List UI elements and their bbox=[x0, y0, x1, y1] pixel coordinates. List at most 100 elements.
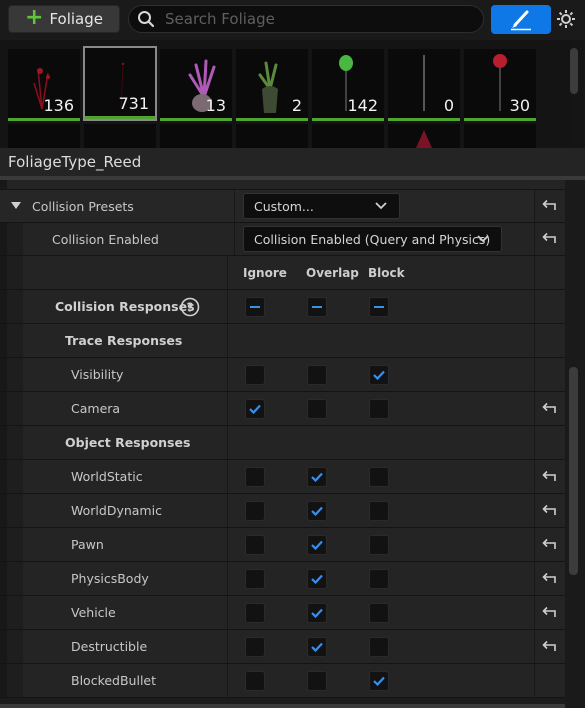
ignore-checkbox[interactable] bbox=[245, 670, 265, 691]
overlap-checkbox[interactable] bbox=[307, 670, 327, 691]
foliage-thumbnail[interactable] bbox=[312, 124, 384, 148]
foliage-thumbnail[interactable] bbox=[8, 124, 80, 148]
reset-to-default-icon[interactable] bbox=[541, 232, 557, 246]
foliage-thumbnail[interactable] bbox=[464, 124, 536, 148]
checkmark-icon bbox=[311, 506, 323, 516]
collision-enabled-row: Collision Enabled Collision Enabled (Que… bbox=[0, 223, 565, 256]
foliage-thumbnail[interactable]: 142 bbox=[312, 49, 384, 121]
block-checkbox[interactable] bbox=[369, 636, 389, 657]
block-all-checkbox[interactable] bbox=[369, 296, 389, 317]
overlap-checkbox[interactable] bbox=[307, 602, 327, 623]
response-row: WorldStatic bbox=[0, 460, 565, 494]
collision-responses-row: Collision Responses ? bbox=[0, 290, 565, 324]
reset-to-default-icon[interactable] bbox=[541, 538, 557, 552]
palette-scrollbar[interactable] bbox=[570, 48, 578, 94]
checkmark-icon bbox=[311, 608, 323, 618]
ignore-checkbox[interactable] bbox=[245, 568, 265, 589]
paint-mode-button[interactable] bbox=[491, 5, 551, 34]
chevron-down-icon bbox=[477, 235, 489, 243]
foliage-thumbnail[interactable]: 2 bbox=[236, 49, 308, 121]
overlap-checkbox[interactable] bbox=[307, 364, 327, 385]
reset-to-default-icon[interactable] bbox=[541, 402, 557, 416]
block-checkbox[interactable] bbox=[369, 500, 389, 521]
ignore-checkbox[interactable] bbox=[245, 398, 265, 419]
plus-icon: + bbox=[25, 5, 44, 30]
ignore-all-checkbox[interactable] bbox=[245, 296, 265, 317]
object-responses-label: Object Responses bbox=[65, 435, 191, 450]
foliage-thumbnail[interactable]: 136 bbox=[8, 49, 80, 121]
active-bar bbox=[312, 118, 384, 121]
ignore-checkbox[interactable] bbox=[245, 466, 265, 487]
foliage-thumbnail-selected[interactable]: 731 bbox=[83, 46, 157, 121]
reset-to-default-icon[interactable] bbox=[541, 640, 557, 654]
ignore-checkbox[interactable] bbox=[245, 534, 265, 555]
response-row: Destructible bbox=[0, 630, 565, 664]
block-checkbox[interactable] bbox=[369, 568, 389, 589]
block-checkbox[interactable] bbox=[369, 466, 389, 487]
collapse-arrow-icon[interactable] bbox=[11, 202, 21, 210]
response-row: Vehicle bbox=[0, 596, 565, 630]
collision-enabled-dropdown[interactable]: Collision Enabled (Query and Physics) bbox=[243, 226, 502, 252]
instance-count: 2 bbox=[291, 96, 302, 115]
response-channel-label: Destructible bbox=[71, 639, 148, 654]
block-checkbox[interactable] bbox=[369, 364, 389, 385]
ignore-checkbox[interactable] bbox=[245, 364, 265, 385]
foliage-toolbar: + Foliage bbox=[0, 0, 585, 40]
dash-icon bbox=[312, 305, 322, 308]
response-row: Camera bbox=[0, 392, 565, 426]
instance-count: 30 bbox=[509, 96, 530, 115]
instance-count: 142 bbox=[347, 96, 378, 115]
collision-responses-label: Collision Responses bbox=[55, 299, 195, 314]
overlap-checkbox[interactable] bbox=[307, 534, 327, 555]
reset-to-default-icon[interactable] bbox=[541, 199, 557, 213]
instance-count: 0 bbox=[443, 96, 454, 115]
overlap-checkbox[interactable] bbox=[307, 500, 327, 521]
search-box[interactable] bbox=[128, 5, 484, 33]
checkmark-icon bbox=[311, 540, 323, 550]
trace-responses-header-row: Trace Responses bbox=[0, 324, 565, 358]
checkmark-icon bbox=[249, 404, 261, 414]
foliage-thumbnail[interactable]: 13 bbox=[160, 49, 232, 121]
overlap-checkbox[interactable] bbox=[307, 636, 327, 657]
foliage-thumbnail[interactable] bbox=[236, 124, 308, 148]
bottom-divider bbox=[0, 704, 565, 708]
foliage-thumbnail[interactable] bbox=[160, 124, 232, 148]
reset-to-default-icon[interactable] bbox=[541, 606, 557, 620]
foliage-thumbnail[interactable] bbox=[84, 124, 156, 148]
response-channel-label: Pawn bbox=[71, 537, 104, 552]
settings-gear-icon[interactable] bbox=[556, 9, 576, 29]
collision-property-grid: Collision Presets Custom... Collision En… bbox=[0, 180, 565, 708]
reset-to-default-icon[interactable] bbox=[541, 504, 557, 518]
foliage-thumbnail[interactable]: 0 bbox=[388, 49, 460, 121]
instance-count: 13 bbox=[205, 96, 226, 115]
details-scrollbar[interactable] bbox=[569, 367, 578, 575]
block-checkbox[interactable] bbox=[369, 398, 389, 419]
collision-presets-row: Collision Presets Custom... bbox=[0, 190, 565, 223]
foliage-thumbnail[interactable] bbox=[388, 124, 460, 148]
foliage-thumbnail[interactable]: 30 bbox=[464, 49, 536, 121]
add-foliage-label: Foliage bbox=[49, 10, 103, 28]
ignore-checkbox[interactable] bbox=[245, 500, 265, 521]
block-checkbox[interactable] bbox=[369, 534, 389, 555]
search-input[interactable] bbox=[163, 9, 467, 29]
ignore-checkbox[interactable] bbox=[245, 636, 265, 657]
reset-to-default-icon[interactable] bbox=[541, 470, 557, 484]
help-icon[interactable]: ? bbox=[180, 297, 200, 317]
block-checkbox[interactable] bbox=[369, 670, 389, 691]
ignore-checkbox[interactable] bbox=[245, 602, 265, 623]
response-row: PhysicsBody bbox=[0, 562, 565, 596]
overlap-checkbox[interactable] bbox=[307, 466, 327, 487]
overlap-checkbox[interactable] bbox=[307, 568, 327, 589]
overlap-all-checkbox[interactable] bbox=[307, 296, 327, 317]
overlap-checkbox[interactable] bbox=[307, 398, 327, 419]
checkmark-icon bbox=[311, 472, 323, 482]
instance-count: 136 bbox=[43, 96, 74, 115]
collision-presets-dropdown[interactable]: Custom... bbox=[243, 193, 400, 219]
add-foliage-button[interactable]: + Foliage bbox=[8, 5, 120, 33]
active-bar bbox=[160, 118, 232, 121]
reset-to-default-icon[interactable] bbox=[541, 572, 557, 586]
instance-count: 731 bbox=[118, 94, 149, 113]
block-checkbox[interactable] bbox=[369, 602, 389, 623]
active-bar bbox=[8, 118, 80, 121]
response-channel-label: PhysicsBody bbox=[71, 571, 149, 586]
